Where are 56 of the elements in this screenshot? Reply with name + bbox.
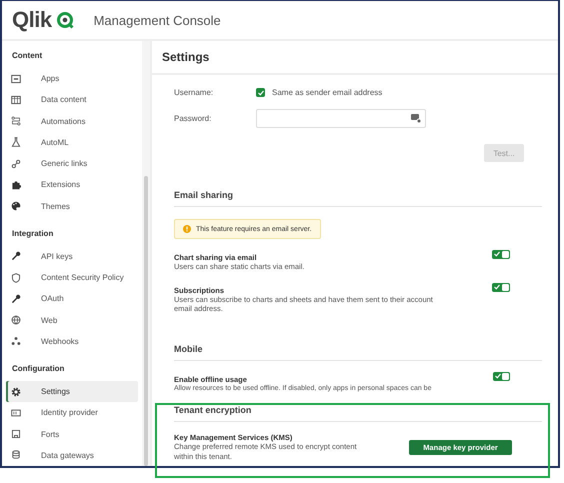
- sidebar-heading: Content: [11, 50, 44, 62]
- sidebar-item[interactable]: Data gateways: [6, 444, 138, 466]
- field-label: Password:: [174, 114, 212, 123]
- key-icon: [11, 251, 21, 262]
- database-icon: [11, 450, 21, 460]
- scrollbar[interactable]: [142, 41, 150, 466]
- sidebar-item[interactable]: AutoML: [6, 132, 138, 153]
- sidebar-item[interactable]: Content Security Policy: [6, 267, 138, 288]
- checkbox-label: Same as sender email address: [272, 88, 382, 97]
- section-heading: Tenant encryption: [174, 405, 542, 422]
- flask-icon: [11, 137, 21, 148]
- sidebar-item[interactable]: Web: [6, 310, 138, 331]
- section-heading: Email sharing: [174, 190, 542, 207]
- app-title: Management Console: [94, 12, 221, 28]
- check-icon: [494, 251, 500, 257]
- sidebar-item[interactable]: Webhooks: [6, 330, 138, 352]
- password-field[interactable]: [256, 109, 426, 128]
- sidebar-item[interactable]: OAuth: [6, 288, 138, 310]
- table-icon: [11, 94, 21, 105]
- sidebar-item[interactable]: API keys: [6, 246, 138, 267]
- key-card-icon: [411, 114, 421, 123]
- check-icon: [494, 284, 500, 290]
- link-icon: [11, 158, 21, 169]
- sidebar-heading: Integration: [11, 228, 54, 240]
- globe-icon: [11, 315, 21, 326]
- section-heading: Mobile: [174, 344, 542, 360]
- sidebar-item[interactable]: Automations: [6, 110, 138, 132]
- id-card-icon: [11, 408, 21, 418]
- window-icon: [11, 74, 21, 84]
- sidebar-item[interactable]: Themes: [6, 196, 138, 217]
- logo-text: Qlik: [12, 7, 52, 33]
- page-title: Settings: [152, 41, 558, 75]
- sidebar-item[interactable]: Forts: [6, 424, 138, 445]
- toggle-switch[interactable]: [492, 250, 510, 259]
- frame-icon: [11, 429, 21, 440]
- check-icon: [494, 372, 501, 378]
- key-icon: [11, 294, 21, 304]
- sidebar-item[interactable]: Data content: [6, 89, 138, 110]
- puzzle-icon: [11, 180, 21, 190]
- sidebar-item[interactable]: Generic links: [6, 153, 138, 174]
- warning-icon: [183, 225, 191, 233]
- checkbox[interactable]: [256, 88, 265, 97]
- shield-icon: [11, 272, 21, 283]
- sidebar-item[interactable]: Apps: [6, 68, 138, 90]
- settings-icon: [11, 386, 21, 397]
- sidebar-item[interactable]: Settings: [6, 381, 138, 402]
- field-label: Username:: [174, 88, 214, 97]
- sidebar-heading: Configuration: [11, 363, 66, 375]
- toggle-switch[interactable]: [492, 372, 510, 380]
- sidebar-item[interactable]: Extensions: [6, 174, 138, 196]
- palette-icon: [11, 201, 21, 212]
- toggle-switch[interactable]: [492, 282, 510, 292]
- flow-icon: [11, 116, 21, 126]
- logo-icon: [56, 11, 74, 29]
- nodes-icon: [11, 336, 21, 346]
- sidebar-item[interactable]: Identity provider: [6, 402, 138, 424]
